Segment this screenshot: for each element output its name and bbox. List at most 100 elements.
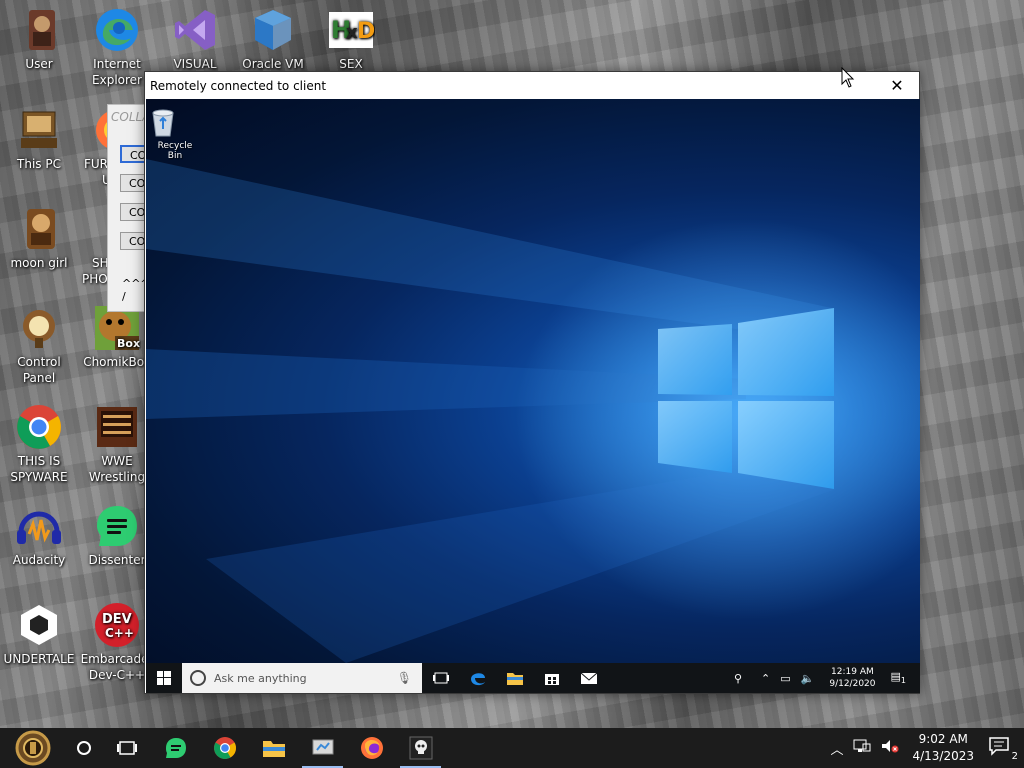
icon-label: VISUAL xyxy=(173,57,217,71)
network-icon[interactable] xyxy=(853,739,871,757)
remote-window[interactable]: Remotely connected to client ✕ Recycle B… xyxy=(144,71,920,694)
virtualbox-icon xyxy=(249,6,297,54)
remote-clock[interactable]: 12:19 AM 9/12/2020 xyxy=(829,666,875,690)
microphone-icon[interactable]: 🎙 xyxy=(397,671,412,685)
computer-icon xyxy=(15,106,63,154)
wwe-icon xyxy=(93,403,141,451)
hxd-icon: HxD xyxy=(327,6,375,54)
remote-taskbar: Ask me anything 🎙 ⚲ ⌃ ▭ 🔈 12:19 AM 9/12/… xyxy=(146,663,920,693)
desktop-icon-fur[interactable]: FUR U xyxy=(78,106,108,188)
icon-label: Control Panel xyxy=(17,355,61,385)
system-tray: ︿ 9:02 AM 4/13/2023 2 xyxy=(825,728,1024,768)
desktop-icon-chrome[interactable]: THIS IS SPYWARE xyxy=(0,403,78,485)
task-view-button[interactable] xyxy=(102,728,151,768)
user-folder-icon xyxy=(15,205,63,253)
remote-start-button[interactable] xyxy=(146,663,182,693)
volume-icon[interactable]: 🔈 xyxy=(801,672,815,685)
desktop-icon-hxd[interactable]: HxD SEX xyxy=(312,6,390,72)
close-button[interactable]: ✕ xyxy=(875,72,919,99)
remote-clock-time: 12:19 AM xyxy=(831,667,874,677)
svg-text:DEV: DEV xyxy=(102,612,132,627)
icon-label: SPYWARE xyxy=(10,470,68,484)
devcpp-icon: DEV C++ xyxy=(93,601,141,649)
svg-text:D: D xyxy=(357,19,375,44)
icon-label: PHO xyxy=(82,272,108,286)
network-icon[interactable]: ▭ xyxy=(780,672,790,685)
task-view-icon[interactable] xyxy=(422,663,459,693)
remote-window-titlebar[interactable]: Remotely connected to client ✕ xyxy=(145,72,919,99)
action-center-icon[interactable]: ▤1 xyxy=(891,670,907,685)
icon-label: U xyxy=(102,173,108,187)
chrome-icon xyxy=(213,737,236,759)
notifications-button[interactable]: 2 xyxy=(988,736,1018,762)
remote-window-title: Remotely connected to client xyxy=(150,78,327,93)
taskbar-dissenter[interactable] xyxy=(151,728,200,768)
icon-label: User xyxy=(25,57,53,71)
audacity-icon xyxy=(15,502,63,550)
start-button[interactable] xyxy=(0,728,66,768)
cortana-button[interactable] xyxy=(66,728,102,768)
chevron-up-icon[interactable]: ⌃ xyxy=(761,672,770,685)
store-icon[interactable] xyxy=(533,663,570,693)
mail-icon[interactable] xyxy=(570,663,607,693)
taskbar-firefox[interactable] xyxy=(347,728,396,768)
icon-label: SEX xyxy=(339,57,363,71)
mouse-cursor-icon xyxy=(841,67,855,88)
control-panel-icon xyxy=(15,304,63,352)
recycle-bin-label: Recycle Bin xyxy=(157,141,193,161)
icon-label: This PC xyxy=(17,157,61,171)
unity-icon xyxy=(15,601,63,649)
windows-logo-wallpaper xyxy=(146,159,920,663)
main-taskbar: ︿ 9:02 AM 4/13/2023 2 xyxy=(0,728,1024,768)
visual-studio-icon xyxy=(171,6,219,54)
skull-icon xyxy=(409,736,432,760)
file-explorer-icon[interactable] xyxy=(496,663,533,693)
clock-time: 9:02 AM xyxy=(918,732,968,746)
dissenter-icon xyxy=(93,502,141,550)
people-icon[interactable]: ⚲ xyxy=(734,672,742,685)
taskbar-clock[interactable]: 9:02 AM 4/13/2023 xyxy=(912,731,974,765)
icon-label: THIS IS xyxy=(17,454,61,468)
volume-muted-icon[interactable] xyxy=(881,739,899,757)
dissenter-icon xyxy=(165,738,186,758)
chevron-up-icon[interactable]: ︿ xyxy=(830,739,843,758)
task-view-icon xyxy=(116,741,137,755)
edge-icon xyxy=(93,6,141,54)
taskbar-skull-app[interactable] xyxy=(396,728,445,768)
remote-search-placeholder: Ask me anything xyxy=(214,671,307,685)
svg-text:C++: C++ xyxy=(105,626,134,640)
desktop-icon-this-pc[interactable]: This PC xyxy=(0,106,78,172)
icon-label: FUR xyxy=(84,157,108,171)
clock-date: 4/13/2023 xyxy=(912,749,974,763)
user-folder-icon xyxy=(15,6,63,54)
icon-label: Audacity xyxy=(12,553,66,567)
firefox-icon xyxy=(92,106,108,154)
windows-icon xyxy=(157,671,171,685)
taskbar-remote-app[interactable] xyxy=(298,728,347,768)
notification-count: 1 xyxy=(900,676,906,686)
chrome-icon xyxy=(15,403,63,451)
desktop-icon-undertale[interactable]: UNDERTALE xyxy=(0,601,78,667)
taskbar-file-explorer[interactable] xyxy=(249,728,298,768)
remote-search-box[interactable]: Ask me anything 🎙 xyxy=(182,663,422,693)
remote-desktop-screen[interactable]: Recycle Bin xyxy=(146,99,920,663)
desktop-icon-control-panel[interactable]: Control Panel xyxy=(0,304,78,386)
notification-icon xyxy=(989,737,1009,756)
desktop-icon-visual-studio[interactable]: VISUAL xyxy=(156,6,234,72)
icon-label: SH xyxy=(92,256,108,270)
desktop-icon-oracle-vm[interactable]: Oracle VM xyxy=(234,6,312,72)
icon-label: UNDERTALE xyxy=(3,652,75,666)
notification-count: 2 xyxy=(1011,751,1018,762)
edge-icon[interactable] xyxy=(459,663,496,693)
remote-system-tray: ⚲ ⌃ ▭ 🔈 12:19 AM 9/12/2020 ▤1 xyxy=(729,663,920,693)
recycle-bin[interactable]: Recycle Bin xyxy=(150,107,200,161)
desktop-icon-moon-girl[interactable]: moon girl xyxy=(0,205,78,271)
icon-label: moon girl xyxy=(10,256,68,270)
desktop-icon-audacity[interactable]: Audacity xyxy=(0,502,78,568)
desktop-icon-sh[interactable]: SH PHO xyxy=(78,205,108,287)
taskbar-chrome[interactable] xyxy=(200,728,249,768)
file-explorer-icon xyxy=(262,741,285,757)
firefox-icon xyxy=(360,737,383,759)
recycle-bin-icon xyxy=(152,107,188,137)
desktop-icon-user[interactable]: User xyxy=(0,6,78,72)
